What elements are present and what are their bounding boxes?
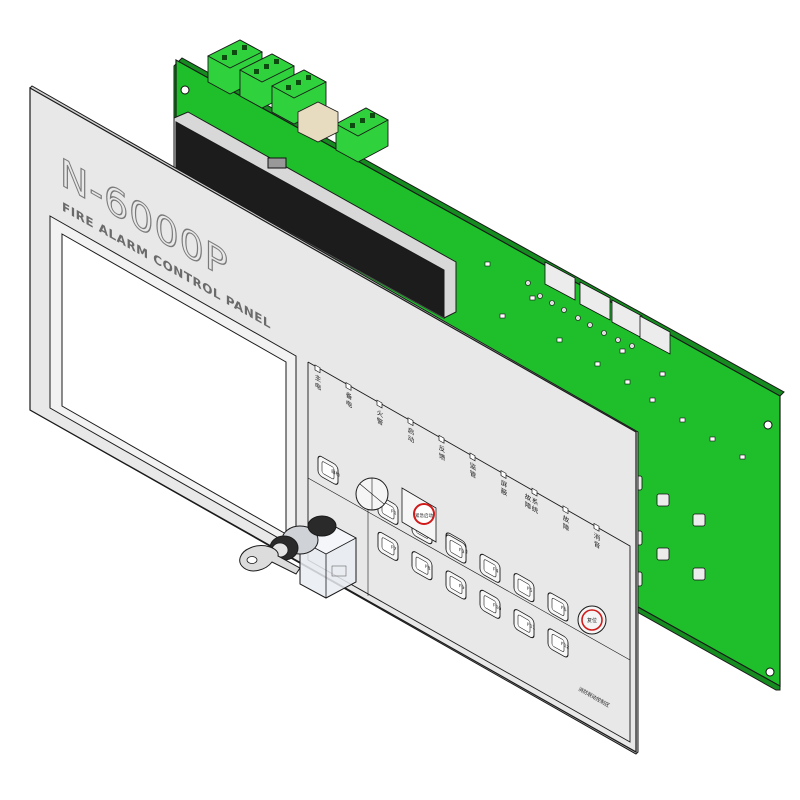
pcb-mount-hole: [180, 85, 190, 95]
indicator-2: 备电: [345, 381, 352, 410]
indicator-6: 监管: [469, 452, 476, 480]
indicator-5: 反馈: [438, 434, 445, 463]
pcb-mount-hole: [763, 420, 773, 430]
exploded-view-diagram: N-6000P FIRE ALARM CONTROL PANEL 主电备电火警启…: [29, 39, 785, 755]
lcd-connector: [267, 157, 287, 169]
indicator-3: 火警: [376, 399, 383, 428]
indicator-1: 主电: [314, 364, 321, 392]
indicator-9: 故障: [562, 505, 569, 533]
pcb-mount-hole: [765, 667, 775, 677]
reset-knob-label: 复位: [587, 617, 597, 624]
indicator-10: 消音: [593, 522, 600, 551]
indicator-7: 屏蔽: [500, 470, 507, 498]
reset-knob[interactable]: 复位: [577, 605, 607, 635]
emergency-start-label: 紧急启动: [415, 512, 433, 519]
indicator-4: 启动: [407, 417, 414, 445]
